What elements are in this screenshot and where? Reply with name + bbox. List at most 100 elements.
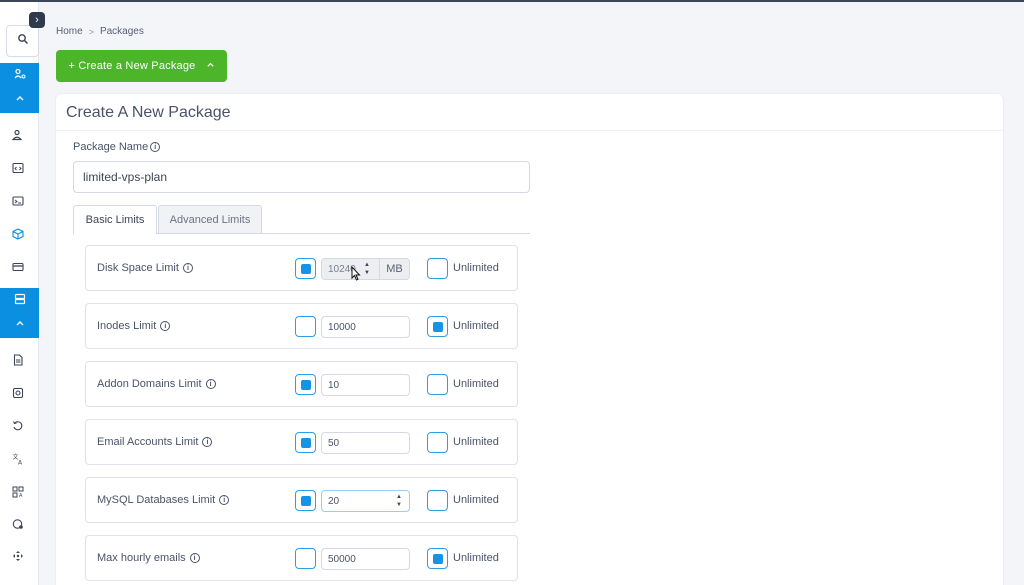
sidebar-item-users-settings[interactable] <box>0 63 39 113</box>
limit-enable-checkbox[interactable] <box>295 432 316 453</box>
inodes-input[interactable]: 10000 <box>321 316 410 338</box>
checkbox-checked-mark <box>432 321 443 332</box>
mysql-databases-input[interactable]: 20 ▲ ▼ <box>321 490 410 512</box>
limit-label: Max hourly emails i <box>97 552 200 564</box>
breadcrumb-home[interactable]: Home <box>56 26 83 37</box>
terminal-icon[interactable] <box>9 192 27 210</box>
chevron-up-icon <box>14 316 26 334</box>
limit-label-text: Inodes Limit <box>97 320 157 332</box>
info-icon[interactable]: i <box>202 437 213 447</box>
sidebar-search-button[interactable] <box>6 25 39 57</box>
tab-advanced-limits[interactable]: Advanced Limits <box>158 205 262 234</box>
mysql-databases-value: 20 <box>328 495 340 507</box>
limit-row-disk-space: Disk Space Limit i 10240 ▲ ▼ MB Unlimited <box>85 245 518 291</box>
checkbox-checked-mark <box>432 553 443 564</box>
sidebar-expand-button[interactable]: › <box>29 12 45 28</box>
info-icon[interactable]: i <box>205 379 216 389</box>
limit-label-text: Addon Domains Limit <box>97 378 202 390</box>
limit-row-mysql-databases: MySQL Databases Limit i 20 ▲ ▼ Unlimited <box>85 477 518 523</box>
limit-row-addon-domains: Addon Domains Limit i 10 Unlimited <box>85 361 518 407</box>
package-icon[interactable] <box>9 225 27 243</box>
shield-icon[interactable] <box>9 515 27 533</box>
user-icon[interactable] <box>9 126 27 144</box>
tab-basic-limits[interactable]: Basic Limits <box>73 205 157 235</box>
limit-label: Disk Space Limit i <box>97 262 193 274</box>
unlimited-label: Unlimited <box>453 262 499 274</box>
info-icon[interactable]: i <box>189 553 200 563</box>
limit-label-text: MySQL Databases Limit <box>97 494 216 506</box>
limit-label: Inodes Limit i <box>97 320 171 332</box>
chevron-up-icon <box>14 91 26 109</box>
svg-text:A: A <box>19 493 23 498</box>
spinner-icon[interactable]: ▲ ▼ <box>396 493 402 509</box>
limits-tabs: Basic Limits Advanced Limits <box>73 205 530 235</box>
sidebar-item-server[interactable] <box>0 288 39 338</box>
limit-enable-checkbox[interactable] <box>295 490 316 511</box>
email-accounts-value: 50 <box>328 437 340 449</box>
search-icon <box>17 32 29 50</box>
users-settings-icon <box>14 67 26 85</box>
limit-label: Email Accounts Limit i <box>97 436 213 448</box>
history-icon[interactable] <box>9 417 27 435</box>
checkbox-checked-mark <box>300 263 311 274</box>
unlimited-checkbox[interactable] <box>427 548 448 569</box>
page-title: Create A New Package <box>66 104 231 121</box>
info-icon[interactable]: i <box>219 495 230 505</box>
breadcrumb-separator: > <box>88 26 94 37</box>
package-name-input[interactable]: limited-vps-plan <box>73 161 530 193</box>
limit-label: MySQL Databases Limit i <box>97 494 230 506</box>
unit-addon: MB <box>379 259 409 279</box>
chevron-right-icon: › <box>35 14 39 26</box>
limit-row-inodes: Inodes Limit i 10000 Unlimited <box>85 303 518 349</box>
addon-domains-input[interactable]: 10 <box>321 374 410 396</box>
info-icon[interactable]: i <box>160 321 171 331</box>
email-accounts-input[interactable]: 50 <box>321 432 410 454</box>
limit-row-max-hourly-emails: Max hourly emails i 50000 Unlimited <box>85 535 518 581</box>
unlimited-checkbox[interactable] <box>427 374 448 395</box>
disk-space-input[interactable]: 10240 ▲ ▼ MB <box>321 258 410 280</box>
translate-icon[interactable]: 文A <box>9 450 27 468</box>
breadcrumb: Home > Packages <box>56 26 144 37</box>
limit-row-email-accounts: Email Accounts Limit i 50 Unlimited <box>85 419 518 465</box>
info-icon[interactable]: i <box>150 142 161 152</box>
package-name-label: Package Name i <box>73 141 161 153</box>
unlimited-checkbox[interactable] <box>427 490 448 511</box>
unlimited-label: Unlimited <box>453 320 499 332</box>
max-hourly-emails-input[interactable]: 50000 <box>321 548 410 570</box>
server-icon <box>14 292 26 310</box>
spinner-icon[interactable]: ▲ ▼ <box>364 261 370 277</box>
unlimited-checkbox[interactable] <box>427 316 448 337</box>
checkbox-checked-mark <box>300 437 311 448</box>
limit-enable-checkbox[interactable] <box>295 258 316 279</box>
mouse-cursor-icon <box>351 265 361 286</box>
limit-label-text: Email Accounts Limit <box>97 436 199 448</box>
unlimited-label: Unlimited <box>453 552 499 564</box>
document-icon[interactable] <box>9 351 27 369</box>
create-package-card: Create A New Package Package Name i limi… <box>56 94 1003 585</box>
move-icon[interactable] <box>9 547 27 565</box>
limit-label-text: Disk Space Limit <box>97 262 179 274</box>
addon-domains-value: 10 <box>328 379 340 391</box>
unlimited-checkbox[interactable] <box>427 258 448 279</box>
breadcrumb-current: Packages <box>99 26 144 37</box>
target-icon[interactable] <box>9 384 27 402</box>
create-package-button[interactable]: + Create a New Package <box>56 50 227 82</box>
package-name-value: limited-vps-plan <box>83 170 168 184</box>
checkbox-checked-mark <box>300 379 311 390</box>
inodes-value: 10000 <box>328 321 356 333</box>
unlimited-label: Unlimited <box>453 436 499 448</box>
package-name-label-text: Package Name <box>73 141 149 153</box>
checkbox-checked-mark <box>300 495 311 506</box>
info-icon[interactable]: i <box>182 263 193 273</box>
unlimited-checkbox[interactable] <box>427 432 448 453</box>
limit-label: Addon Domains Limit i <box>97 378 216 390</box>
limit-enable-checkbox[interactable] <box>295 374 316 395</box>
code-icon[interactable] <box>9 159 27 177</box>
max-hourly-emails-value: 50000 <box>328 553 356 565</box>
card-icon[interactable] <box>9 258 27 276</box>
limit-enable-checkbox[interactable] <box>295 316 316 337</box>
limit-enable-checkbox[interactable] <box>295 548 316 569</box>
sidebar: 文A A <box>0 2 39 585</box>
qr-icon[interactable]: A <box>9 483 27 501</box>
svg-text:A: A <box>18 460 23 466</box>
